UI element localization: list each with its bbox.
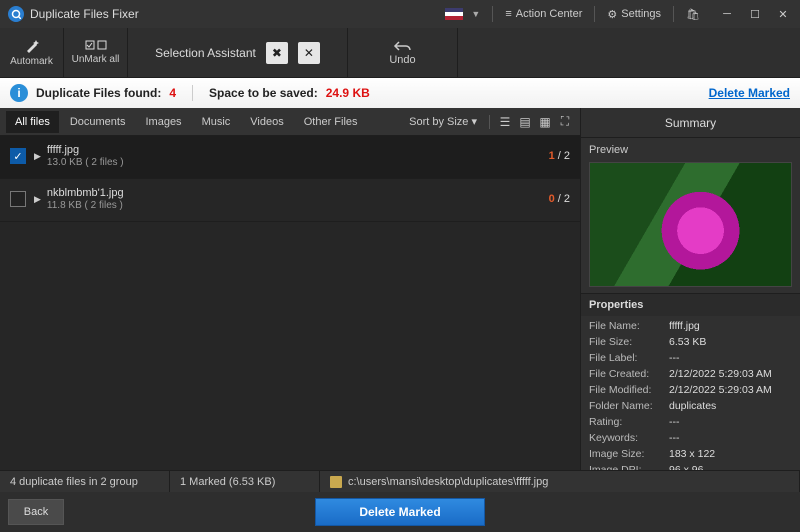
selection-tools-button[interactable]: ✕	[298, 42, 320, 64]
space-saved-label: Space to be saved:	[209, 86, 318, 100]
properties-list: File Name:fffff.jpg File Size:6.53 KB Fi…	[581, 316, 800, 470]
preview-label: Preview	[581, 138, 800, 158]
automark-button[interactable]: Automark	[0, 28, 64, 77]
summary-header: Summary	[581, 108, 800, 138]
app-logo-icon	[8, 6, 24, 22]
delete-marked-button[interactable]: Delete Marked	[315, 498, 485, 526]
dup-found-label: Duplicate Files found:	[36, 86, 161, 100]
wand-dark-icon: ✖	[272, 46, 282, 60]
info-bar: i Duplicate Files found: 4 Space to be s…	[0, 78, 800, 108]
selection-assistant-label: Selection Assistant	[155, 46, 256, 60]
properties-header: Properties	[581, 293, 800, 316]
undo-button[interactable]: Undo	[348, 28, 458, 77]
property-row: File Modified:2/12/2022 5:29:03 AM	[589, 382, 792, 398]
info-icon: i	[10, 84, 28, 102]
file-filter-tabs: All files Documents Images Music Videos …	[0, 108, 580, 136]
minimize-button[interactable]: ─	[714, 4, 740, 24]
property-row: Rating:---	[589, 414, 792, 430]
bars-icon: ≡	[505, 8, 511, 20]
space-saved-value: 24.9 KB	[326, 86, 370, 100]
tab-videos[interactable]: Videos	[241, 111, 292, 133]
flower-image-icon	[590, 163, 791, 286]
tab-all-files[interactable]: All files	[6, 111, 59, 133]
tab-music[interactable]: Music	[193, 111, 240, 133]
chevron-down-icon[interactable]: ▼	[471, 9, 480, 19]
status-path: c:\users\mansi\desktop\duplicates\fffff.…	[348, 476, 548, 488]
left-pane: All files Documents Images Music Videos …	[0, 108, 580, 470]
preview-image	[589, 162, 792, 287]
action-center-button[interactable]: ≡ Action Center	[505, 8, 582, 20]
app-title: Duplicate Files Fixer	[30, 7, 139, 21]
automark-label: Automark	[10, 56, 53, 67]
property-row: File Name:fffff.jpg	[589, 318, 792, 334]
tab-documents[interactable]: Documents	[61, 111, 135, 133]
group-filename: fffff.jpg	[47, 144, 549, 156]
delete-marked-link[interactable]: Delete Marked	[709, 86, 790, 100]
bottom-bar: Back Delete Marked	[0, 492, 800, 532]
tab-images[interactable]: Images	[136, 111, 190, 133]
gear-icon: ⚙	[607, 8, 617, 21]
right-pane: Summary Preview Properties File Name:fff…	[580, 108, 800, 470]
unmark-icon	[85, 40, 107, 52]
file-group[interactable]: ▶ fffff.jpg 13.0 KB ( 2 files ) 1 / 2	[0, 136, 580, 179]
tools-icon: ✕	[304, 46, 314, 60]
toolbar: Automark UnMark all Selection Assistant …	[0, 28, 800, 78]
property-row: File Label:---	[589, 350, 792, 366]
expand-icon[interactable]: ▶	[34, 151, 41, 162]
sort-by-dropdown[interactable]: Sort by Size ▾	[409, 115, 477, 128]
titlebar: Duplicate Files Fixer ▼ ≡ Action Center …	[0, 0, 800, 28]
group-checkbox[interactable]	[10, 148, 26, 164]
selection-wand-button[interactable]: ✖	[266, 42, 288, 64]
close-button[interactable]: ✕	[770, 4, 796, 24]
group-filename: nkblmbmb'1.jpg	[47, 187, 549, 199]
file-list: ▶ fffff.jpg 13.0 KB ( 2 files ) 1 / 2 ▶ …	[0, 136, 580, 470]
action-center-label: Action Center	[516, 8, 583, 20]
status-summary: 4 duplicate files in 2 group	[0, 471, 170, 492]
back-button[interactable]: Back	[8, 499, 64, 525]
maximize-button[interactable]: ☐	[742, 4, 768, 24]
group-count: 1 / 2	[549, 150, 570, 162]
property-row: File Created:2/12/2022 5:29:03 AM	[589, 366, 792, 382]
group-checkbox[interactable]	[10, 191, 26, 207]
tab-other[interactable]: Other Files	[295, 111, 367, 133]
property-row: Keywords:---	[589, 430, 792, 446]
undo-icon	[393, 40, 413, 52]
view-list-icon[interactable]: ☰	[496, 113, 514, 131]
status-bar: 4 duplicate files in 2 group 1 Marked (6…	[0, 470, 800, 492]
property-row: Folder Name:duplicates	[589, 398, 792, 414]
file-group[interactable]: ▶ nkblmbmb'1.jpg 11.8 KB ( 2 files ) 0 /…	[0, 179, 580, 222]
expand-icon[interactable]: ▶	[34, 194, 41, 205]
view-detail-icon[interactable]: ▤	[516, 113, 534, 131]
view-expand-icon[interactable]: ⛶	[556, 113, 574, 131]
dup-found-count: 4	[169, 86, 176, 100]
cart-button[interactable]: 🛍	[686, 8, 700, 21]
status-path-cell: c:\users\mansi\desktop\duplicates\fffff.…	[320, 471, 800, 492]
cart-icon: 🛍	[686, 8, 700, 21]
group-count: 0 / 2	[549, 193, 570, 205]
flag-icon[interactable]	[445, 8, 463, 20]
folder-icon	[330, 476, 342, 488]
unmark-all-button[interactable]: UnMark all	[64, 28, 128, 77]
selection-assistant-group: Selection Assistant ✖ ✕	[128, 28, 348, 77]
property-row: File Size:6.53 KB	[589, 334, 792, 350]
undo-label: Undo	[389, 54, 415, 66]
settings-label: Settings	[621, 8, 661, 20]
settings-button[interactable]: ⚙ Settings	[607, 8, 661, 21]
view-grid-icon[interactable]: ▦	[536, 113, 554, 131]
unmark-all-label: UnMark all	[72, 54, 120, 65]
property-row: Image Size:183 x 122	[589, 446, 792, 462]
property-row: Image DPI:96 x 96	[589, 462, 792, 470]
wand-icon	[24, 38, 40, 54]
main-area: All files Documents Images Music Videos …	[0, 108, 800, 470]
group-meta: 11.8 KB ( 2 files )	[47, 200, 549, 211]
group-meta: 13.0 KB ( 2 files )	[47, 157, 549, 168]
status-marked: 1 Marked (6.53 KB)	[170, 471, 320, 492]
